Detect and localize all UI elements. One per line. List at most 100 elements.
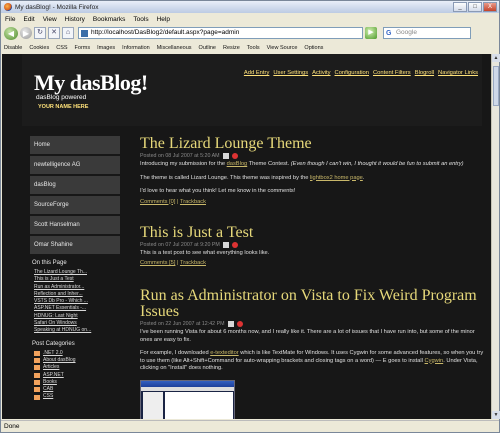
sidebar-item-newtelligence[interactable]: newtelligence AG — [30, 156, 120, 174]
devbar-outline[interactable]: Outline — [199, 45, 216, 51]
scroll-thumb[interactable] — [493, 66, 499, 106]
sidebar-item-sourceforge[interactable]: SourceForge — [30, 196, 120, 214]
blog-subtitle: dasBlog powered — [36, 94, 87, 101]
devbar-options[interactable]: Options — [304, 45, 323, 51]
activity-link[interactable]: Activity — [312, 70, 330, 76]
close-button[interactable]: X — [483, 2, 497, 12]
go-button[interactable]: ▶ — [365, 27, 377, 39]
content-filters-link[interactable]: Content Filters — [373, 70, 411, 76]
configuration-link[interactable]: Configuration — [335, 70, 369, 76]
post-body: Introducing my submission for the dasBlo… — [140, 161, 488, 169]
e-texteditor-link[interactable]: e-texteditor — [210, 350, 238, 356]
rss-icon — [34, 358, 40, 364]
home-icon[interactable]: ⌂ — [62, 27, 74, 39]
category-label[interactable]: ASP.NET — [43, 372, 64, 379]
sidebar-item-home[interactable]: Home — [30, 136, 120, 154]
cygwin-link[interactable]: Cygwin — [425, 358, 444, 364]
devbar-information[interactable]: Information — [122, 45, 150, 51]
category-label[interactable]: CSS — [43, 393, 53, 400]
user-settings-link[interactable]: User Settings — [273, 70, 308, 76]
category-item[interactable]: ASP.NET — [34, 372, 120, 379]
devbar-resize[interactable]: Resize — [223, 45, 240, 51]
sidebar-item-dasblog[interactable]: dasBlog — [30, 176, 120, 194]
menu-help[interactable]: Help — [157, 16, 170, 23]
lightbox-link[interactable]: lightbox2 home page — [310, 175, 363, 181]
delete-icon[interactable] — [231, 241, 238, 248]
delete-icon[interactable] — [231, 153, 238, 159]
rss-icon — [34, 380, 40, 385]
sidebar-item-omar-shahine[interactable]: Omar Shahine — [30, 236, 120, 254]
on-page-link[interactable]: This is Just a Test — [34, 276, 120, 283]
admin-links: Add Entry User Settings Activity Configu… — [244, 70, 478, 76]
search-input[interactable]: G Google — [383, 27, 471, 39]
search-placeholder: Google — [396, 29, 417, 36]
devbar-css[interactable]: CSS — [56, 45, 67, 51]
category-label[interactable]: Articles — [43, 364, 59, 371]
category-item[interactable]: About dasBlog — [34, 357, 120, 364]
post-title[interactable]: Run as Administrator on Vista to Fix Wei… — [140, 288, 488, 320]
scroll-up-icon[interactable]: ▲ — [492, 54, 500, 62]
menu-view[interactable]: View — [43, 16, 57, 23]
devbar-view-source[interactable]: View Source — [267, 45, 298, 51]
delete-icon[interactable] — [236, 321, 243, 327]
stop-icon[interactable]: ✕ — [48, 27, 60, 39]
minimize-button[interactable]: _ — [453, 2, 467, 12]
forward-button[interactable]: ▶ — [20, 27, 32, 39]
add-entry-link[interactable]: Add Entry — [244, 70, 269, 76]
dasblog-link[interactable]: dasBlog — [227, 161, 248, 167]
url-bar[interactable]: http://localhost/DasBlog2/default.aspx?p… — [78, 27, 363, 39]
edit-icon[interactable] — [227, 321, 234, 327]
comments-link[interactable]: Comments [0] — [140, 199, 175, 205]
devbar-miscellaneous[interactable]: Miscellaneous — [157, 45, 192, 51]
on-page-link[interactable]: Safari On Windows — [34, 320, 120, 327]
on-page-link[interactable]: The Lizard Lounge Th... — [34, 269, 120, 276]
trackback-link[interactable]: Trackback — [180, 260, 206, 266]
back-button[interactable]: ◀ — [4, 26, 18, 40]
devbar-images[interactable]: Images — [97, 45, 115, 51]
reload-icon[interactable]: ↻ — [34, 27, 46, 39]
menu-edit[interactable]: Edit — [23, 16, 34, 23]
category-label[interactable]: .NET 2.0 — [43, 350, 63, 357]
scroll-down-icon[interactable]: ▼ — [492, 411, 500, 419]
menu-file[interactable]: File — [5, 16, 15, 23]
category-label[interactable]: Books — [43, 379, 57, 386]
post-italic-text: (Even though I can't win, I thought it w… — [290, 161, 464, 167]
edit-icon[interactable] — [222, 241, 229, 248]
web-developer-toolbar: Disable Cookies CSS Forms Images Informa… — [1, 42, 499, 53]
devbar-tools[interactable]: Tools — [247, 45, 260, 51]
menu-history[interactable]: History — [65, 16, 85, 23]
category-item[interactable]: .NET 2.0 — [34, 350, 120, 357]
maximize-button[interactable]: □ — [468, 2, 482, 12]
on-page-link[interactable]: VSTS Db Pro - Which ... — [34, 298, 120, 305]
trackback-link[interactable]: Trackback — [180, 199, 206, 205]
post-text: For example, I downloaded — [140, 350, 209, 356]
category-item[interactable]: CAB — [34, 386, 120, 393]
category-item[interactable]: Books — [34, 379, 120, 386]
vertical-scrollbar[interactable]: ▲ ▼ — [491, 54, 500, 419]
menu-bookmarks[interactable]: Bookmarks — [93, 16, 126, 23]
edit-icon[interactable] — [222, 153, 229, 159]
category-label[interactable]: CAB — [43, 386, 53, 393]
sidebar-item-scott-hanselman[interactable]: Scott Hanselman — [30, 216, 120, 234]
on-page-link[interactable]: ASP.NET Essentials -... — [34, 305, 120, 312]
on-page-link[interactable]: HDNUG: Last Night — [34, 313, 120, 320]
rss-icon — [34, 394, 40, 400]
navigator-links-link[interactable]: Navigator Links — [438, 70, 478, 76]
post-categories-heading: Post Categories — [32, 340, 75, 347]
blogroll-link[interactable]: Blogroll — [415, 70, 434, 76]
post-title[interactable]: This is Just a Test — [140, 224, 488, 241]
post-title[interactable]: The Lizard Lounge Theme — [140, 136, 488, 152]
on-page-link[interactable]: Reflection and Inher... — [34, 291, 120, 298]
menu-tools[interactable]: Tools — [133, 16, 148, 23]
on-page-link[interactable]: Speaking at HDNUG on... — [34, 327, 120, 334]
category-label[interactable]: About dasBlog — [43, 357, 76, 364]
blog-title[interactable]: My dasBlog! — [34, 70, 148, 96]
on-page-link[interactable]: Run as Administrator... — [34, 284, 120, 291]
devbar-disable[interactable]: Disable — [4, 45, 22, 51]
devbar-forms[interactable]: Forms — [75, 45, 91, 51]
category-item[interactable]: Articles — [34, 364, 120, 371]
comments-link[interactable]: Comments [5] — [140, 260, 175, 266]
category-item[interactable]: CSS — [34, 393, 120, 400]
post-date: Posted on 22 Jun 2007 at 12:42 PM — [140, 321, 225, 327]
devbar-cookies[interactable]: Cookies — [29, 45, 49, 51]
